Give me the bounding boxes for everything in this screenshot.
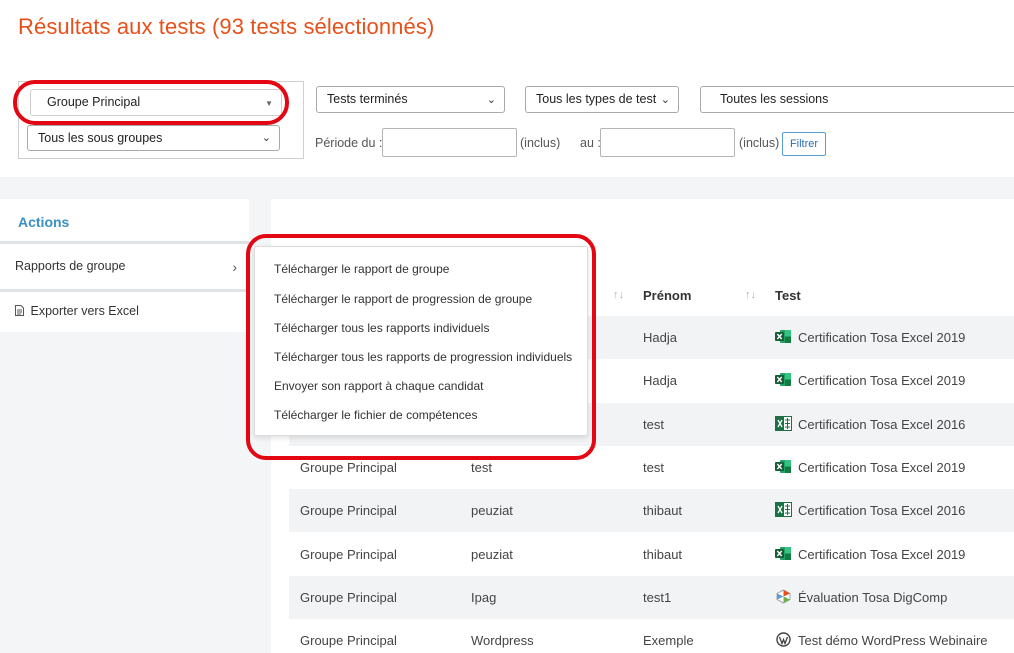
excel-2016-icon <box>775 415 792 431</box>
period-from-inclus: (inclus) <box>520 136 561 150</box>
nom-cell: test <box>471 459 492 475</box>
period-to-input[interactable] <box>600 128 735 157</box>
session-select[interactable]: Toutes les sessions <box>700 86 1014 113</box>
period-from-input[interactable] <box>382 128 517 157</box>
excel-2019-icon <box>775 546 792 561</box>
download-group-progress-report-item[interactable]: Télécharger le rapport de progression de… <box>274 292 532 306</box>
actions-title: Actions <box>18 214 70 230</box>
nom-cell: Wordpress <box>471 633 534 649</box>
groupe-cell: Groupe Principal <box>300 589 397 605</box>
wordpress-icon <box>775 632 792 647</box>
test-cell: Certification Tosa Excel 2016 <box>798 503 966 519</box>
excel-2016-icon <box>775 502 792 518</box>
test-cell: Test démo WordPress Webinaire <box>798 633 988 649</box>
group-reports-label: Rapports de groupe <box>15 259 126 273</box>
excel-2019-icon <box>775 329 792 344</box>
period-from-label: Période du : <box>315 136 383 150</box>
prenom-cell: Exemple <box>643 633 694 649</box>
prenom-cell: Hadja <box>643 373 677 389</box>
table-row[interactable]: Groupe Principal Wordpress Exemple Test dém… <box>289 619 1014 653</box>
nom-cell: peuziat <box>471 546 513 562</box>
group-select[interactable]: Groupe Principal ▼ <box>30 89 282 116</box>
prenom-cell: test <box>643 416 664 432</box>
subgroup-select-value: Tous les sous groupes <box>38 131 163 145</box>
test-cell: Certification Tosa Excel 2019 <box>798 373 966 389</box>
export-excel-menu-item[interactable]: Exporter vers Excel <box>15 304 237 318</box>
group-select-value: Groupe Principal <box>47 95 141 109</box>
download-group-report-item[interactable]: Télécharger le rapport de groupe <box>274 262 449 276</box>
status-select-value: Tests terminés <box>327 92 408 106</box>
table-row[interactable]: Groupe Principal Ipag test1 Évaluation Tosa… <box>289 575 1014 619</box>
period-to-inclus: (inclus) <box>739 136 780 150</box>
actions-panel: Actions Rapports de groupe › Exporter ve… <box>0 199 249 332</box>
prenom-cell: test1 <box>643 589 672 605</box>
test-type-select[interactable]: Tous les types de test ⌄ <box>525 86 679 113</box>
groupe-cell: Groupe Principal <box>300 503 397 519</box>
group-reports-dropdown: Télécharger le rapport de groupe Télécha… <box>254 246 588 436</box>
nom-cell: Ipag <box>471 589 497 605</box>
sort-icon: ↑↓ <box>745 289 756 301</box>
test-cell: Certification Tosa Excel 2019 <box>798 546 966 562</box>
excel-2019-icon <box>775 459 792 474</box>
nom-cell: peuziat <box>471 503 513 519</box>
digcomp-icon <box>775 589 792 604</box>
prenom-cell: thibaut <box>643 503 683 519</box>
groupe-cell: Groupe Principal <box>300 459 397 475</box>
group-reports-menu-item[interactable]: Rapports de groupe › <box>15 259 237 275</box>
export-excel-label: Exporter vers Excel <box>30 304 139 318</box>
chevron-down-icon: ⌄ <box>261 132 271 144</box>
excel-2019-icon <box>775 372 792 387</box>
test-type-select-value: Tous les types de test <box>536 92 657 106</box>
divider <box>0 241 249 244</box>
test-cell: Certification Tosa Excel 2016 <box>798 416 966 432</box>
header-prenom[interactable]: Prénom <box>643 288 691 303</box>
sort-icon: ↑↓ <box>613 289 624 301</box>
chevron-down-icon: ▼ <box>265 99 273 108</box>
test-cell: Évaluation Tosa DigComp <box>798 589 948 605</box>
table-row[interactable]: Groupe Principal test test Certification To… <box>289 446 1014 489</box>
session-select-value: Toutes les sessions <box>720 92 829 106</box>
table-row[interactable]: Groupe Principal peuziat thibaut Certificat… <box>289 489 1014 533</box>
download-skills-file-item[interactable]: Télécharger le fichier de compétences <box>274 408 477 422</box>
prenom-cell: test <box>643 459 664 475</box>
send-report-to-candidates-item[interactable]: Envoyer son rapport à chaque candidat <box>274 379 483 393</box>
test-cell: Certification Tosa Excel 2019 <box>798 330 966 345</box>
table-row[interactable]: Groupe Principal peuziat thibaut Certificat… <box>289 533 1014 576</box>
chevron-down-icon: ⌄ <box>660 94 670 106</box>
divider <box>0 289 249 292</box>
file-icon <box>15 305 24 316</box>
test-cell: Certification Tosa Excel 2019 <box>798 459 966 475</box>
header-test[interactable]: Test <box>775 288 801 303</box>
groupe-cell: Groupe Principal <box>300 633 397 649</box>
download-individual-reports-item[interactable]: Télécharger tous les rapports individuel… <box>274 321 489 335</box>
filter-button[interactable]: Filtrer <box>782 132 826 156</box>
groupe-cell: Groupe Principal <box>300 546 397 562</box>
period-to-label: au : <box>580 136 601 150</box>
prenom-cell: Hadja <box>643 330 677 345</box>
subgroup-select[interactable]: Tous les sous groupes ⌄ <box>27 125 280 151</box>
download-individual-progress-reports-item[interactable]: Télécharger tous les rapports de progres… <box>274 350 572 364</box>
status-select[interactable]: Tests terminés ⌄ <box>316 86 505 113</box>
page-title: Résultats aux tests (93 tests sélectionn… <box>18 14 435 39</box>
chevron-right-icon: › <box>232 259 237 275</box>
prenom-cell: thibaut <box>643 546 683 562</box>
chevron-down-icon: ⌄ <box>486 94 496 106</box>
